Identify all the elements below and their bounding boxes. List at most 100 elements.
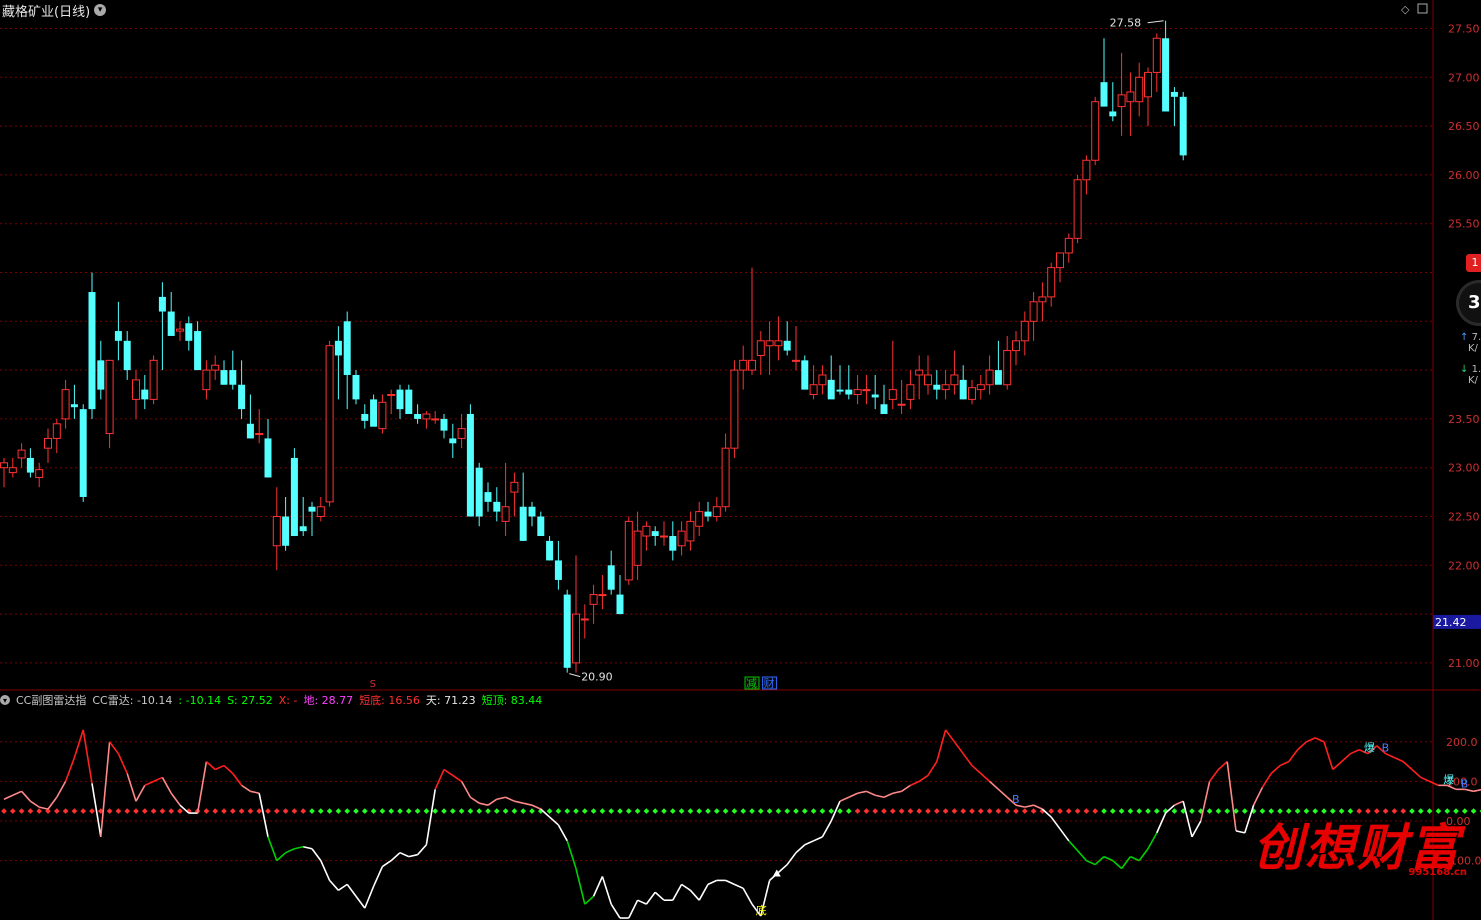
level-dot	[1057, 808, 1063, 814]
radar-line-segment	[294, 845, 304, 850]
level-dot	[370, 808, 377, 814]
candle-body	[1135, 76, 1144, 103]
radar-line-segment	[390, 852, 401, 862]
radar-line-segment	[232, 773, 243, 786]
radar-line-segment	[795, 844, 806, 854]
candle-body	[888, 389, 897, 400]
level-dot	[819, 808, 826, 814]
radar-line-segment	[1059, 828, 1070, 842]
radar-line-segment	[1235, 830, 1245, 834]
candle-body	[704, 511, 712, 517]
indicator-legend-item: X: -	[278, 693, 298, 707]
radar-line-segment	[196, 761, 208, 814]
radar-line-segment	[1394, 756, 1404, 763]
radar-line-segment	[346, 883, 357, 897]
level-dot	[731, 808, 738, 814]
candle-body	[449, 438, 457, 444]
candle-body	[52, 423, 61, 439]
level-dot	[1030, 808, 1037, 814]
candle-body	[1144, 71, 1152, 98]
candle-body	[466, 414, 474, 517]
level-dot	[397, 808, 403, 814]
level-dot	[801, 808, 808, 814]
candle-body	[167, 311, 175, 336]
indicator-legend-item: CC副图雷达指	[16, 694, 87, 707]
radar-line-segment	[425, 789, 436, 845]
candle-body	[114, 331, 122, 341]
signal-tag: 财	[764, 676, 775, 690]
radar-line-segment	[1147, 832, 1158, 850]
candle-body	[924, 374, 932, 386]
radar-line-segment	[601, 876, 612, 905]
level-dot	[564, 808, 571, 814]
radar-line-segment	[707, 879, 718, 886]
radar-line-segment	[285, 847, 295, 854]
radar-line-segment	[241, 784, 251, 792]
level-dot	[309, 808, 315, 814]
indicator-signal-label: B	[1461, 777, 1469, 790]
radar-line-segment	[267, 836, 278, 861]
radar-line-segment	[1288, 749, 1299, 763]
radar-line-segment	[1473, 788, 1481, 793]
level-dot	[449, 808, 456, 814]
score-value: 37	[1468, 292, 1481, 313]
candle-body	[827, 379, 835, 400]
radar-line-segment	[56, 781, 67, 798]
level-dot	[379, 808, 386, 814]
candle-body	[414, 414, 422, 419]
candle-body	[950, 374, 959, 386]
radar-line-segment	[337, 883, 348, 891]
level-dot	[1048, 808, 1055, 814]
low-price-label: 20.90	[581, 671, 613, 684]
level-dot	[951, 808, 958, 814]
candle-body	[1162, 38, 1170, 112]
radar-line-segment	[144, 780, 154, 787]
level-dot	[872, 808, 879, 814]
candle-body	[105, 359, 114, 435]
radar-line-segment	[1270, 764, 1281, 775]
level-dot	[1004, 808, 1011, 814]
level-dot	[317, 808, 324, 814]
level-dot	[106, 808, 113, 814]
up-arrow-icon: ↑	[1460, 332, 1469, 343]
indicator-tick-label: 200.0	[1446, 736, 1478, 749]
radar-line-segment	[557, 824, 568, 842]
candle-body	[246, 423, 254, 439]
radar-line-segment	[1332, 761, 1343, 771]
level-dot	[925, 808, 931, 814]
indicator-toggle-icon[interactable]: ▾	[0, 695, 10, 705]
level-dot	[696, 808, 703, 814]
radar-line-segment	[170, 792, 181, 806]
candle-body	[686, 520, 695, 542]
radar-line-segment	[1217, 761, 1228, 771]
radar-line-segment	[496, 796, 506, 801]
candle-body	[818, 374, 827, 386]
radar-line-segment	[1402, 761, 1413, 771]
high-price-arrow	[1147, 20, 1164, 24]
radar-line-segment	[29, 800, 40, 808]
radar-line-segment	[839, 796, 850, 802]
level-dot	[1021, 808, 1028, 814]
radar-line-segment	[786, 852, 797, 866]
radar-line-segment	[1182, 801, 1193, 838]
level-dot	[326, 808, 333, 814]
level-dot	[273, 808, 280, 814]
signal-marker: S	[370, 679, 376, 690]
candle-body	[774, 340, 783, 347]
level-dot	[502, 808, 509, 814]
radar-line-segment	[725, 879, 735, 886]
level-dot	[256, 808, 263, 814]
candle-body	[756, 340, 765, 356]
candle-body	[1179, 96, 1187, 156]
radar-line-segment	[584, 895, 595, 905]
radar-line-segment	[989, 780, 999, 790]
radar-line-segment	[12, 790, 22, 796]
down-arrow-icon: ↓	[1460, 364, 1469, 375]
candle-body	[1003, 350, 1012, 386]
radar-line-segment	[892, 790, 902, 795]
radar-line-segment	[153, 776, 163, 783]
candle-body	[880, 404, 888, 415]
candle-body	[633, 530, 642, 566]
candle-body	[475, 467, 483, 517]
candle-body	[387, 394, 396, 396]
